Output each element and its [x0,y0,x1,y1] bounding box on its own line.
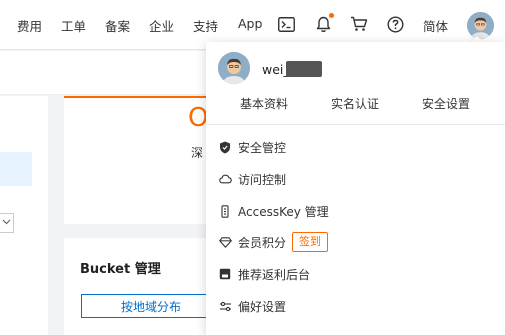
card-sub-char: 深 [191,146,204,160]
overview-card: O 深 [64,96,224,224]
menu-item-label: 推荐返利后台 [238,267,311,282]
avatar[interactable] [467,12,494,39]
left-select-dropdown[interactable] [0,213,14,233]
link-real-name-auth[interactable]: 实名认证 [331,95,379,112]
menu-item-access-control[interactable]: 访问控制 [218,169,286,189]
signin-button[interactable]: 签到 [292,232,329,252]
language-switch[interactable]: 简体 [423,16,448,35]
bucket-card: Bucket 管理 按地域分布 [64,238,224,335]
sliders-icon [218,299,232,313]
menu-item-label: 会员积分 [238,235,287,250]
menu-item-label: 偏好设置 [238,299,287,314]
chevron-down-icon [2,218,11,228]
cart-icon[interactable] [349,14,369,34]
dropdown-avatar [218,52,250,84]
notification-dot [329,13,334,18]
nav-app[interactable]: App [238,16,262,31]
left-panel [0,96,48,335]
region-distribution-button[interactable]: 按地域分布 [81,294,221,318]
gift-icon [218,267,232,281]
menu-item-preferences[interactable]: 偏好设置 [218,296,286,316]
link-security-settings[interactable]: 安全设置 [422,95,470,112]
username-redaction [286,61,322,77]
menu-item-member-points[interactable]: 会员积分 签到 [218,232,329,252]
diamond-icon [218,235,232,249]
menu-item-label: 安全管控 [238,140,287,155]
nav-support[interactable]: 支持 [193,16,218,35]
menu-item-label: 访问控制 [238,172,287,187]
nav-filing[interactable]: 备案 [105,16,130,35]
help-icon[interactable] [385,14,405,34]
menu-item-label: AccessKey 管理 [238,204,329,219]
bucket-title: Bucket 管理 [80,262,161,277]
shield-icon [218,140,232,154]
left-selected-item[interactable] [0,152,32,186]
menu-item-referral[interactable]: 推荐返利后台 [218,264,310,284]
link-basic-profile[interactable]: 基本资料 [240,95,288,112]
nav-tickets[interactable]: 工单 [61,16,86,35]
nav-fees[interactable]: 费用 [17,16,42,35]
cloud-icon [218,172,232,186]
user-dropdown: wei_ 基本资料 实名认证 安全设置 安全管控 访问控制 AccessKey … [206,42,505,335]
menu-item-security-control[interactable]: 安全管控 [218,137,286,157]
menu-item-accesskey[interactable]: AccessKey 管理 [218,201,329,221]
dropdown-divider [206,124,505,125]
key-icon [218,204,232,218]
terminal-icon[interactable] [276,14,296,34]
nav-enterprise[interactable]: 企业 [149,16,174,35]
